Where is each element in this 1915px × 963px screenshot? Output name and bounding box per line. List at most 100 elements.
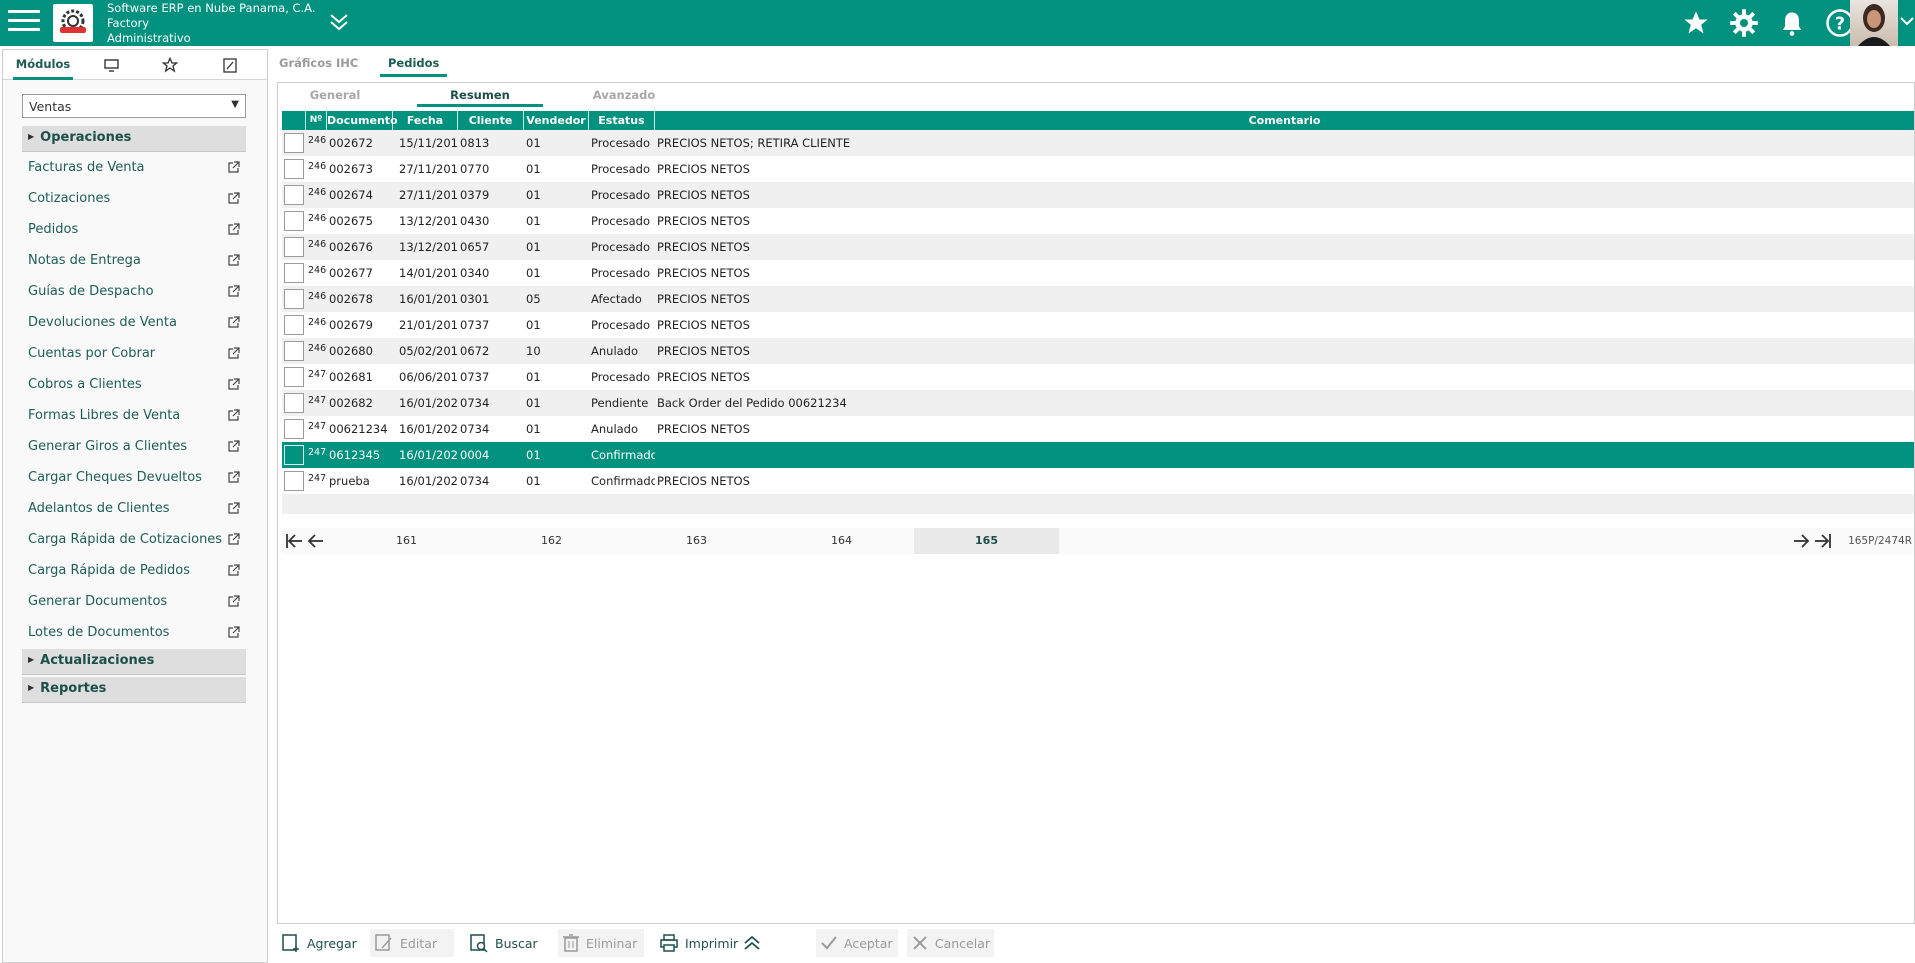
subtab-general[interactable]: General [298,85,372,107]
table-row[interactable]: 247200621234 16/01/20200734 01 Anulado PRECI… [282,416,1914,442]
external-link-icon[interactable] [227,626,240,639]
next-page-icon[interactable] [1791,532,1811,550]
double-chevron-up-icon[interactable] [738,929,772,957]
header-numero[interactable]: Nº [306,111,327,130]
group-reportes[interactable]: ▶ Reportes [22,677,246,703]
sidebar-item-adelantos-de-clientes[interactable]: Adelantos de Clientes [22,498,246,522]
row-select-checkbox[interactable] [284,289,304,309]
row-select-checkbox[interactable] [284,315,304,335]
external-link-icon[interactable] [227,223,240,236]
external-link-icon[interactable] [227,378,240,391]
sidebar-item-carga-rapida-de-cotizaciones[interactable]: Carga Rápida de Cotizaciones [22,529,246,553]
user-avatar[interactable] [1850,0,1898,46]
star-icon[interactable] [1679,6,1713,40]
star-outline-icon[interactable] [150,50,190,80]
page-165[interactable]: 165 [914,528,1059,554]
table-row[interactable]: 2468002679 21/01/20190737 01 Procesado PRECI… [282,312,1914,338]
aceptar-button[interactable]: Aceptar [816,929,898,957]
sidebar-item-pedidos[interactable]: Pedidos [22,219,246,243]
sidebar-item-guias-de-despacho[interactable]: Guías de Despacho [22,281,246,305]
row-select-checkbox[interactable] [284,237,304,257]
table-row[interactable]: 24730612345 16/01/20200004 01 Confirmado [282,442,1914,468]
external-link-icon[interactable] [227,192,240,205]
row-select-checkbox[interactable] [284,185,304,205]
row-select-checkbox[interactable] [284,393,304,413]
external-link-icon[interactable] [227,409,240,422]
table-row[interactable]: 2471002682 16/01/20200734 01 Pendiente Back … [282,390,1914,416]
row-select-checkbox[interactable] [284,367,304,387]
table-row[interactable]: 2463002674 27/11/20180379 01 Procesado PRECI… [282,182,1914,208]
header-fecha[interactable]: Fecha [393,111,458,130]
sidebar-item-devoluciones-de-venta[interactable]: Devoluciones de Venta [22,312,246,336]
table-row[interactable]: 2461002672 15/11/20180813 01 Procesado PRECI… [282,130,1914,156]
page-163[interactable]: 163 [624,528,769,554]
external-link-icon[interactable] [227,285,240,298]
header-documento[interactable]: Documento [327,111,398,130]
header-cliente[interactable]: Cliente [458,111,524,130]
sidebar-item-cobros-a-clientes[interactable]: Cobros a Clientes [22,374,246,398]
external-link-icon[interactable] [227,316,240,329]
sidebar-item-generar-giros-a-clientes[interactable]: Generar Giros a Clientes [22,436,246,460]
sidebar-item-cargar-cheques-devueltos[interactable]: Cargar Cheques Devueltos [22,467,246,491]
sidebar-item-lotes-de-documentos[interactable]: Lotes de Documentos [22,622,246,646]
previous-page-icon[interactable] [306,532,326,550]
row-select-checkbox[interactable] [284,159,304,179]
sidebar-item-carga-rapida-de-pedidos[interactable]: Carga Rápida de Pedidos [22,560,246,584]
monitor-icon[interactable] [91,50,131,80]
row-select-checkbox[interactable] [284,471,304,491]
hamburger-menu-icon[interactable] [8,10,40,36]
external-link-icon[interactable] [227,254,240,267]
external-link-icon[interactable] [227,440,240,453]
table-row[interactable]: 2466002677 14/01/20190340 01 Procesado PRECI… [282,260,1914,286]
sidebar-item-facturas-de-venta[interactable]: Facturas de Venta [22,157,246,181]
page-164[interactable]: 164 [769,528,914,554]
header-comentario[interactable]: Comentario [655,111,1914,130]
external-link-icon[interactable] [227,533,240,546]
table-row[interactable]: 2465002676 13/12/20180657 01 Procesado PRECI… [282,234,1914,260]
row-select-checkbox[interactable] [284,445,304,465]
row-select-checkbox[interactable] [284,263,304,283]
first-page-icon[interactable] [284,532,304,550]
agregar-button[interactable]: Agregar [277,929,361,957]
tab-modulos[interactable]: Módulos [13,50,73,80]
table-row[interactable]: 2470002681 06/06/20190737 01 Procesado PRECI… [282,364,1914,390]
group-operaciones[interactable]: ▶ Operaciones [22,126,246,152]
table-row[interactable]: 2467002678 16/01/20190301 05 Afectado PRECIO… [282,286,1914,312]
header-estatus[interactable]: Estatus [589,111,655,130]
table-row[interactable]: 2464002675 13/12/20180430 01 Procesado PRECI… [282,208,1914,234]
external-link-icon[interactable] [227,564,240,577]
subtab-resumen[interactable]: Resumen [417,85,543,107]
sidebar-item-cuentas-por-cobrar[interactable]: Cuentas por Cobrar [22,343,246,367]
imprimir-button[interactable]: Imprimir [655,929,742,957]
table-row[interactable]: 2469002680 05/02/20190672 10 Anulado PRECIOS… [282,338,1914,364]
external-link-icon[interactable] [227,595,240,608]
bell-icon[interactable] [1775,6,1809,40]
sidebar-item-formas-libres-de-venta[interactable]: Formas Libres de Venta [22,405,246,429]
external-link-icon[interactable] [227,471,240,484]
table-row[interactable]: 2474prueba 16/01/20200734 01 ConfirmadoPREC… [282,468,1914,494]
tab-graficos-ihc[interactable]: Gráficos IHC [271,49,366,77]
page-162[interactable]: 162 [479,528,624,554]
module-select[interactable]: Ventas ▼ [22,94,246,118]
editar-button[interactable]: Editar [370,929,454,957]
subtab-avanzado[interactable]: Avanzado [576,85,672,107]
external-link-icon[interactable] [227,502,240,515]
header-vendedor[interactable]: Vendedor [524,111,589,130]
row-select-checkbox[interactable] [284,419,304,439]
edit-icon[interactable] [210,50,250,80]
row-select-checkbox[interactable] [284,211,304,231]
eliminar-button[interactable]: Eliminar [558,929,644,957]
double-chevron-down-icon[interactable] [328,12,350,32]
table-row[interactable]: 2462002673 27/11/20180770 01 Procesado PRECI… [282,156,1914,182]
sidebar-item-cotizaciones[interactable]: Cotizaciones [22,188,246,212]
tab-pedidos[interactable]: Pedidos [380,49,448,77]
gear-icon[interactable] [1727,6,1761,40]
row-select-checkbox[interactable] [284,341,304,361]
buscar-button[interactable]: Buscar [465,929,542,957]
external-link-icon[interactable] [227,161,240,174]
row-select-checkbox[interactable] [284,133,304,153]
chevron-down-icon[interactable] [1899,13,1915,33]
external-link-icon[interactable] [227,347,240,360]
page-161[interactable]: 161 [334,528,479,554]
cancelar-button[interactable]: Cancelar [907,929,994,957]
